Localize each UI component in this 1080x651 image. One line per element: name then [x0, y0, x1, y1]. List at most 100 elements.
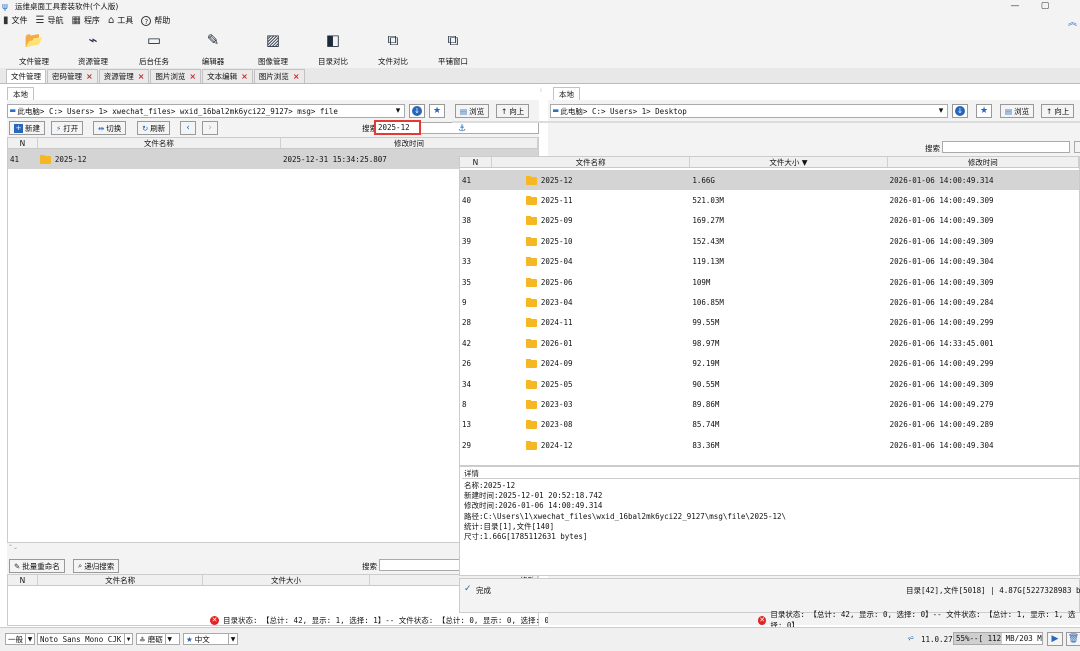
- back-icon[interactable]: ‹: [180, 121, 196, 135]
- table-row[interactable]: 26 2024-09 92.19M 2026-01-06 14:00:49.299: [460, 354, 1079, 374]
- col-size[interactable]: 文件大小: [203, 575, 370, 585]
- path-dropdown-icon[interactable]: ▾: [934, 104, 948, 118]
- right-subtab-local[interactable]: 本地: [553, 87, 580, 100]
- left-browse-button[interactable]: ▤ 浏览: [455, 104, 490, 118]
- table-row[interactable]: 40 2025-11 521.03M 2026-01-06 14:00:49.309: [460, 190, 1079, 210]
- table-row[interactable]: 41 2025-12 1.66G 2026-01-06 14:00:49.314: [460, 170, 1079, 190]
- pencil-icon: ✎: [14, 561, 21, 571]
- collapse-ribbon-icon[interactable]: ︽: [1068, 15, 1077, 28]
- close-icon[interactable]: ×: [241, 72, 248, 81]
- summary-text: 目录[42],文件[5018] | 4.87G[5227328983 b: [906, 586, 1080, 595]
- language-select[interactable]: ★ 中文 ▼: [183, 633, 238, 645]
- row-mtime: 2026-01-06 14:00:49.309: [889, 195, 994, 205]
- table-row[interactable]: 29 2024-12 83.36M 2026-01-06 14:00:49.304: [460, 435, 1079, 455]
- col-size[interactable]: 文件大小 ▼: [690, 157, 888, 167]
- folder-icon: [525, 277, 537, 287]
- recursive-search-button[interactable]: ⌕ 递归搜索: [73, 559, 120, 573]
- download-icon[interactable]: ↓: [409, 104, 425, 118]
- row-n: 41: [462, 175, 472, 185]
- trash-icon[interactable]: 🗑: [1066, 632, 1080, 646]
- batch-rename-button[interactable]: ✎ 批量重命名: [9, 559, 65, 573]
- left-up-button[interactable]: ↑ 向上: [496, 104, 530, 118]
- tab-file-manager[interactable]: 文件管理: [6, 69, 46, 83]
- close-icon[interactable]: ×: [189, 72, 196, 81]
- col-name[interactable]: 文件名称: [492, 157, 691, 167]
- memory-text: 55%--[ 112 MB/203 MB ]: [956, 634, 1042, 643]
- app-icon: ψ: [2, 1, 8, 12]
- toolbar-background-task-button[interactable]: ▭ 后台任务: [127, 31, 181, 67]
- forward-icon[interactable]: ›: [202, 121, 218, 135]
- table-row[interactable]: 33 2025-04 119.13M 2026-01-06 14:00:49.304: [460, 252, 1079, 272]
- refresh-button[interactable]: ↻ 刷新: [137, 121, 171, 135]
- detail-panel: 详情 名称:2025-12 新建时间:2025-12-01 20:52:18.7…: [459, 466, 1080, 576]
- right-path-field[interactable]: ▬ 此电脑> C:> Users> 1> Desktop: [550, 104, 948, 118]
- path-dropdown-icon[interactable]: ▾: [391, 104, 405, 118]
- col-n[interactable]: N: [8, 138, 38, 148]
- anchor-icon[interactable]: ⚓: [458, 124, 466, 134]
- table-row[interactable]: 34 2025-05 90.55M 2026-01-06 14:00:49.309: [460, 374, 1079, 394]
- row-n: 41: [10, 154, 20, 164]
- pane-divider-icon[interactable]: ⁞: [540, 87, 542, 94]
- table-row[interactable]: 35 2025-06 109M 2026-01-06 14:00:49.309: [460, 272, 1079, 292]
- toolbar-file-compare-button[interactable]: ⧉ 文件对比: [366, 31, 420, 67]
- left-search-input[interactable]: 2025-12: [374, 120, 421, 135]
- toolbar-dir-compare-button[interactable]: ◧ 目录对比: [306, 31, 360, 67]
- theme-icon: ♣: [139, 634, 146, 644]
- col-mtime[interactable]: 修改时间: [281, 138, 538, 148]
- folder-icon: [525, 175, 537, 185]
- star-icon[interactable]: ★: [976, 104, 992, 118]
- help-icon: ?: [141, 15, 152, 26]
- left-subtab-local[interactable]: 本地: [7, 87, 34, 100]
- minimize-button[interactable]: —: [1000, 0, 1030, 13]
- maximize-button[interactable]: ▢: [1030, 0, 1060, 13]
- menu-nav[interactable]: ☰ 导航: [36, 15, 64, 26]
- toolbar-file-manager-button[interactable]: 📂 文件管理: [7, 31, 61, 67]
- col-name[interactable]: 文件名称: [38, 138, 281, 148]
- toolbar-resource-button[interactable]: ⌁ 资源管理: [66, 31, 120, 67]
- tab-image-browse[interactable]: 图片浏览 ×: [150, 69, 202, 83]
- col-mtime[interactable]: 修改时间: [888, 157, 1079, 167]
- theme-select[interactable]: ♣ 磨砺 ▼: [136, 633, 180, 645]
- switch-button[interactable]: ⇹ 切换: [93, 121, 127, 135]
- left-search-extend[interactable]: [421, 122, 539, 134]
- table-row[interactable]: 42 2026-01 98.97M 2026-01-06 14:33:45.001: [460, 333, 1079, 353]
- chevron-down-icon: ▼: [124, 634, 132, 644]
- table-row[interactable]: 8 2023-03 89.86M 2026-01-06 14:00:49.279: [460, 394, 1079, 414]
- table-row[interactable]: 9 2023-04 106.85M 2026-01-06 14:00:49.284: [460, 292, 1079, 312]
- font-select[interactable]: Noto Sans Mono CJK SC▼: [37, 633, 133, 645]
- table-row[interactable]: 13 2023-08 85.74M 2026-01-06 14:00:49.289: [460, 415, 1079, 435]
- menu-program[interactable]: ▦ 程序: [71, 15, 99, 26]
- close-icon[interactable]: ×: [86, 72, 93, 81]
- new-button[interactable]: + 新建: [9, 121, 45, 135]
- download-icon[interactable]: ↓: [952, 104, 968, 118]
- right-browse-button[interactable]: ▤ 浏览: [1000, 104, 1035, 118]
- right-search-button[interactable]: [1074, 141, 1080, 153]
- col-name[interactable]: 文件名称: [38, 575, 204, 585]
- left-path-field[interactable]: ▬ 此电脑> C:> Users> 1> xwechat_files> wxid…: [7, 104, 405, 118]
- menu-help[interactable]: ? 帮助: [141, 15, 170, 26]
- menu-tools[interactable]: ⌂ 工具: [108, 15, 133, 26]
- table-row[interactable]: 38 2025-09 169.27M 2026-01-06 14:00:49.309: [460, 211, 1079, 231]
- col-n[interactable]: N: [8, 575, 38, 585]
- toolbar-editor-button[interactable]: ✎ 编辑器: [186, 31, 240, 67]
- toolbar-tile-window-button[interactable]: ⧉ 平铺窗口: [426, 31, 480, 67]
- col-n[interactable]: N: [460, 157, 492, 167]
- mode-select[interactable]: 一般 ▼: [5, 633, 35, 645]
- program-icon: ▦: [71, 14, 81, 26]
- right-up-button[interactable]: ↑ 向上: [1041, 104, 1075, 118]
- table-row[interactable]: 39 2025-10 152.43M 2026-01-06 14:00:49.309: [460, 231, 1079, 251]
- table-row[interactable]: 28 2024-11 99.55M 2026-01-06 14:00:49.299: [460, 313, 1079, 333]
- menu-file[interactable]: ▮ 文件: [3, 15, 28, 26]
- play-icon[interactable]: ▶: [1047, 632, 1063, 646]
- star-icon[interactable]: ★: [429, 104, 445, 118]
- close-icon[interactable]: ×: [138, 72, 145, 81]
- tab-resource[interactable]: 资源管理 ×: [98, 69, 150, 83]
- close-icon[interactable]: ×: [293, 72, 300, 81]
- tab-text-edit[interactable]: 文本编辑 ×: [202, 69, 253, 83]
- open-button[interactable]: ⚡ 打开: [51, 121, 84, 135]
- memory-bar[interactable]: 55%--[ 112 MB/203 MB ]: [953, 632, 1043, 645]
- tab-image-browse-2[interactable]: 图片浏览 ×: [253, 69, 305, 83]
- right-search-input[interactable]: [942, 141, 1070, 153]
- toolbar-image-button[interactable]: ▨ 图像管理: [246, 31, 300, 67]
- tab-password[interactable]: 密码管理 ×: [47, 69, 98, 83]
